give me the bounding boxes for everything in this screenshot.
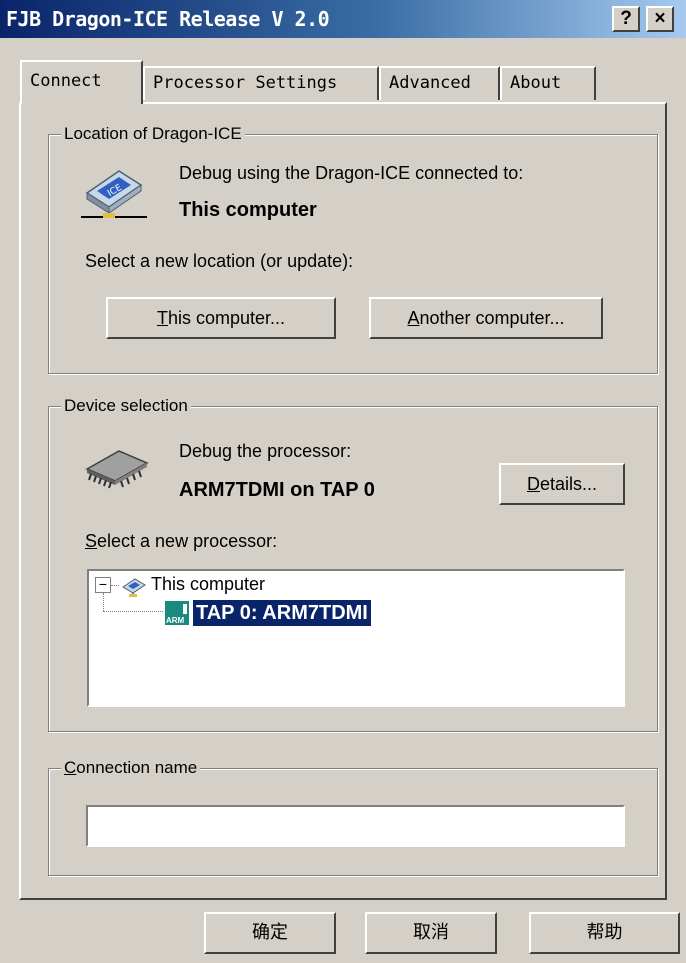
tab-connect[interactable]: Connect xyxy=(20,60,143,104)
connection-name-input[interactable] xyxy=(86,805,625,847)
arm-icon-mark xyxy=(183,604,187,614)
tree-connector-vertical xyxy=(103,593,104,611)
device-selection-group: Device selection Debug the processor: AR… xyxy=(48,396,658,732)
dragon-ice-device-icon: ICE xyxy=(79,163,149,219)
tab-advanced[interactable]: Advanced xyxy=(379,66,500,100)
help-button[interactable]: 帮助 xyxy=(529,912,680,954)
processor-chip-icon xyxy=(83,443,153,491)
tab-about[interactable]: About xyxy=(500,66,596,100)
details-label: etails... xyxy=(539,474,598,494)
dialog-window: FJB Dragon-ICE Release V 2.0 ? × Connect… xyxy=(0,0,686,963)
tree-item-this-computer[interactable]: This computer xyxy=(151,573,351,597)
tree-item-tap0-label: TAP 0: ARM7TDMI xyxy=(196,602,368,624)
another-computer-button[interactable]: Another computer... xyxy=(369,297,603,339)
processor-tree[interactable]: − This computer ARM TAP 0: ARM7TDMI xyxy=(87,569,625,707)
tab-panel-connect: Location of Dragon-ICE ICE Debug using t… xyxy=(19,102,667,900)
ok-button[interactable]: 确定 xyxy=(204,912,336,954)
title-bar[interactable]: FJB Dragon-ICE Release V 2.0 ? × xyxy=(0,0,686,38)
details-mnemonic: D xyxy=(526,474,540,494)
tab-processor-settings-label: Processor Settings xyxy=(153,73,338,93)
close-title-button[interactable]: × xyxy=(646,6,674,32)
arm-processor-icon: ARM xyxy=(165,601,189,625)
location-group: Location of Dragon-ICE ICE Debug using t… xyxy=(48,124,658,374)
tab-connect-label: Connect xyxy=(30,71,102,91)
device-current-processor: ARM7TDMI on TAP 0 xyxy=(179,479,375,501)
details-button[interactable]: Details... xyxy=(499,463,625,505)
this-computer-mnemonic: T xyxy=(156,308,168,328)
this-computer-button[interactable]: This computer... xyxy=(106,297,336,339)
connection-name-legend: Connection name xyxy=(61,758,201,778)
select-processor-mnemonic: S xyxy=(85,531,98,551)
cancel-button[interactable]: 取消 xyxy=(365,912,497,954)
tab-about-label: About xyxy=(510,73,562,93)
tree-item-this-computer-label: This computer xyxy=(151,574,266,594)
another-computer-label: nother computer... xyxy=(419,308,565,328)
connection-name-legend-text: onnection name xyxy=(76,758,198,777)
arm-icon-label: ARM xyxy=(166,616,185,625)
select-processor-label: Select a new processor: xyxy=(85,531,277,552)
help-title-button[interactable]: ? xyxy=(612,6,640,32)
device-selection-legend: Device selection xyxy=(61,396,191,416)
location-select-label: Select a new location (or update): xyxy=(85,251,354,271)
connection-name-group: Connection name xyxy=(48,758,658,876)
tab-advanced-label: Advanced xyxy=(389,73,471,93)
location-current: This computer xyxy=(179,199,317,221)
connection-name-mnemonic: C xyxy=(64,758,77,777)
tab-processor-settings[interactable]: Processor Settings xyxy=(143,66,379,100)
this-computer-label: his computer... xyxy=(167,308,286,328)
window-title: FJB Dragon-ICE Release V 2.0 xyxy=(6,7,330,31)
tree-connector xyxy=(111,585,119,586)
another-computer-mnemonic: A xyxy=(407,308,420,328)
computer-node-icon xyxy=(121,573,147,597)
location-description: Debug using the Dragon-ICE connected to: xyxy=(179,163,524,183)
tree-item-tap0-arm7tdmi[interactable]: TAP 0: ARM7TDMI xyxy=(192,599,372,627)
location-legend: Location of Dragon-ICE xyxy=(61,124,245,144)
tree-connector-child xyxy=(103,611,163,612)
device-description: Debug the processor: xyxy=(179,441,352,461)
select-processor-text: elect a new processor: xyxy=(97,531,278,551)
tree-collapse-toggle[interactable]: − xyxy=(95,577,111,593)
